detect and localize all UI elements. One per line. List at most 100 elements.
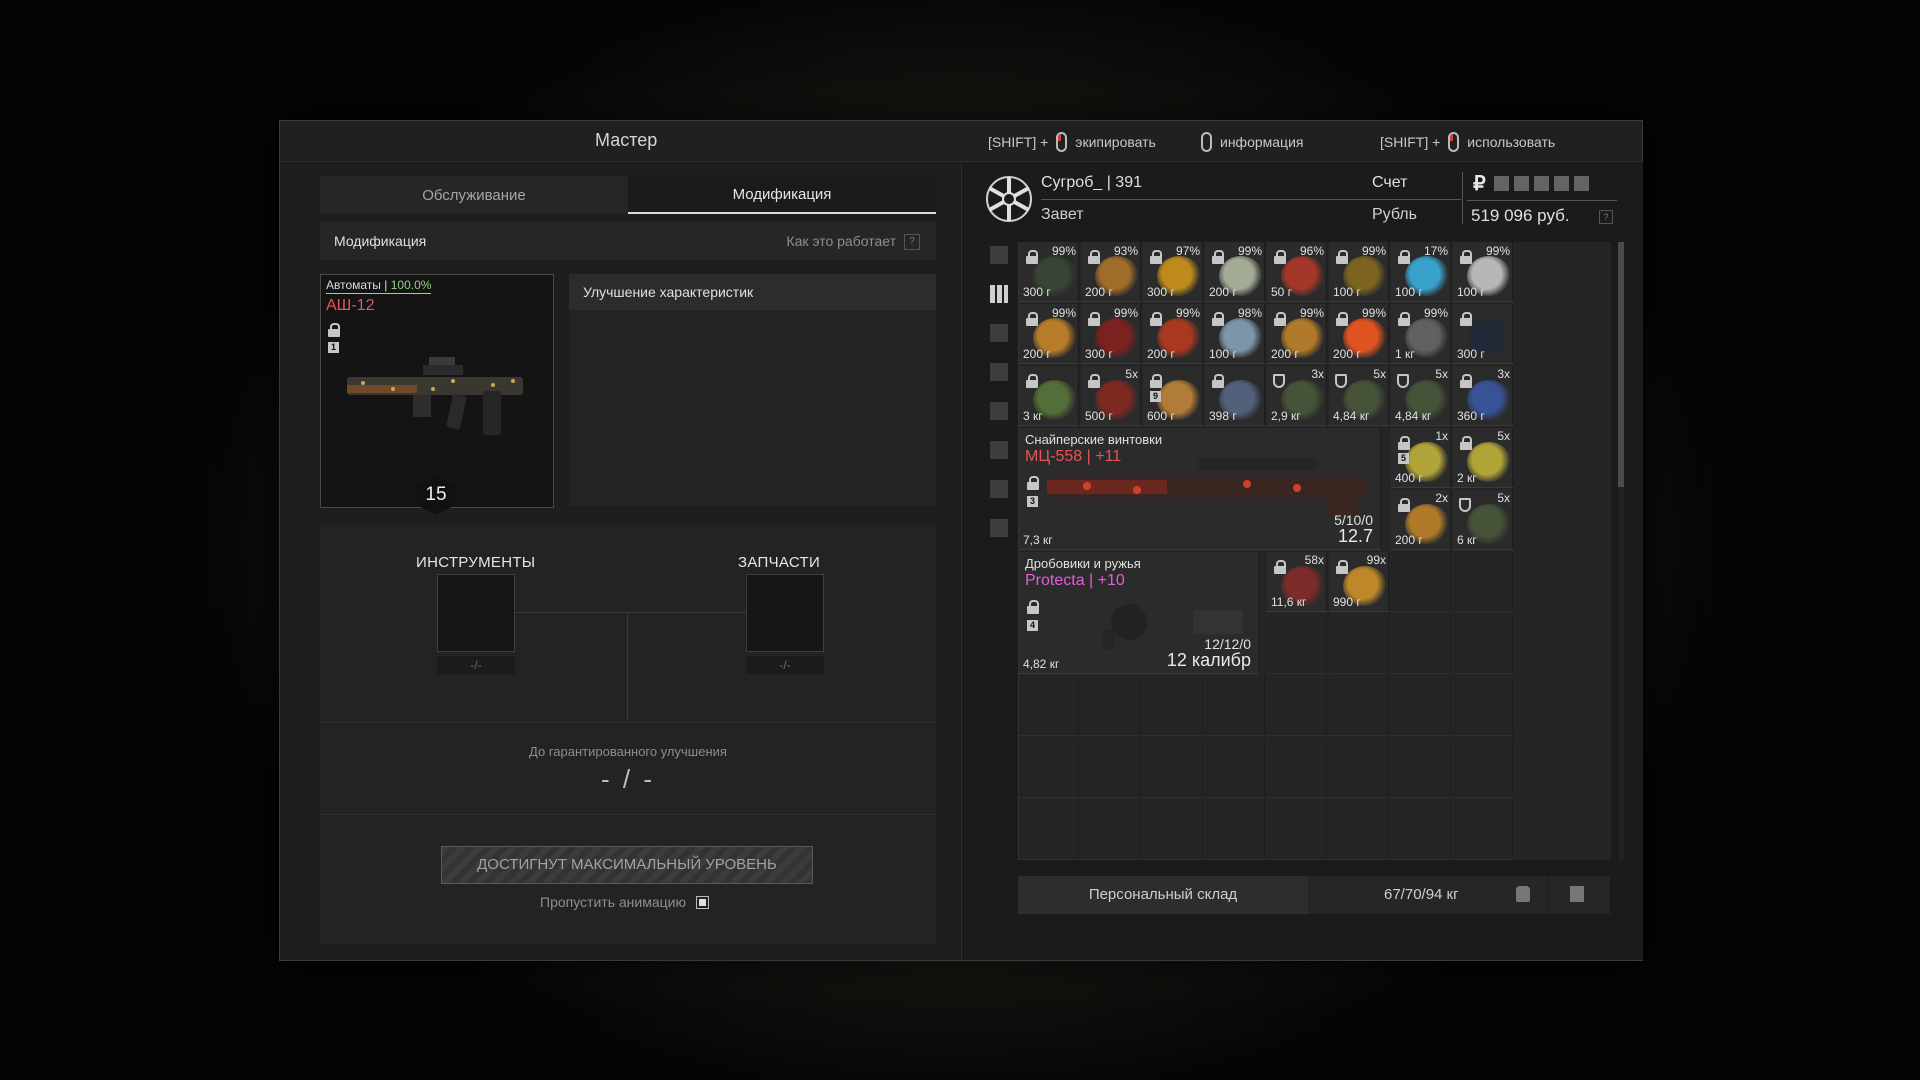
empty-slot[interactable] — [1453, 800, 1513, 860]
inventory-item[interactable]: 3 кг — [1019, 366, 1079, 426]
empty-slot[interactable] — [1081, 676, 1141, 736]
trash-icon[interactable] — [1570, 886, 1584, 902]
ticket-currency-icon[interactable] — [1534, 176, 1549, 191]
inventory-item[interactable]: 99% 100 г — [1329, 242, 1389, 302]
help-icon[interactable]: ? — [904, 234, 920, 250]
empty-slot[interactable] — [1391, 800, 1451, 860]
feather-currency-icon[interactable] — [1554, 176, 1569, 191]
inventory-item[interactable]: 97% 300 г — [1143, 242, 1203, 302]
filter-devices[interactable] — [986, 437, 1012, 463]
skip-animation-checkbox[interactable] — [695, 895, 709, 909]
inventory-item[interactable]: 99% 100 г — [1453, 242, 1513, 302]
gear-currency-icon[interactable] — [1494, 176, 1509, 191]
inventory-scrollbar[interactable] — [1618, 242, 1624, 860]
inventory-item[interactable]: 99% 300 г — [1081, 304, 1141, 364]
grid-icon — [990, 285, 1008, 303]
max-level-button[interactable]: ДОСТИГНУТ МАКСИМАЛЬНЫЙ УРОВЕНЬ — [441, 846, 813, 884]
empty-slot[interactable] — [1205, 676, 1265, 736]
inventory-item[interactable]: 3x 360 г — [1453, 366, 1513, 426]
inventory-item[interactable]: 3x 2,9 кг — [1267, 366, 1327, 426]
empty-slot[interactable] — [1453, 676, 1513, 736]
weapon-slot[interactable]: Автоматы | 100.0% АШ-12 1 15 — [320, 274, 554, 515]
inventory-item[interactable]: 5 1x 400 г — [1391, 428, 1451, 488]
item-weight: 200 г — [1023, 347, 1051, 361]
inventory-item[interactable]: 99% 200 г — [1019, 304, 1079, 364]
inventory-item[interactable]: 5x 4,84 кг — [1329, 366, 1389, 426]
box-icon — [990, 519, 1008, 537]
shotgun-item[interactable]: Дробовики и ружья Protecta | +10 4 12/12… — [1019, 552, 1259, 674]
tab-modification[interactable]: Модификация — [628, 176, 936, 214]
item-weight: 300 г — [1457, 347, 1485, 361]
inventory-item[interactable]: 5x 6 кг — [1453, 490, 1513, 550]
inventory-item[interactable]: 17% 100 г — [1391, 242, 1451, 302]
inventory-item[interactable]: 300 г — [1453, 304, 1513, 364]
inventory-item[interactable]: 99% 300 г — [1019, 242, 1079, 302]
lock-icon — [1088, 374, 1100, 388]
empty-slot[interactable] — [1019, 738, 1079, 798]
inventory-item[interactable]: 58x 11,6 кг — [1267, 552, 1327, 612]
empty-slot[interactable] — [1267, 614, 1327, 674]
inventory-grid: Снайперские винтовки МЦ-558 | +11 3 5/10… — [1018, 242, 1611, 860]
empty-slot[interactable] — [1453, 614, 1513, 674]
token-currency-icon[interactable] — [1574, 176, 1589, 191]
inventory-item[interactable]: 99% 200 г — [1329, 304, 1389, 364]
skip-animation[interactable]: Пропустить анимацию — [540, 894, 709, 910]
player-name: Сугроб_ | 391 — [1041, 174, 1142, 191]
empty-slot[interactable] — [1081, 738, 1141, 798]
inventory-item[interactable]: 5x 2 кг — [1453, 428, 1513, 488]
empty-slot[interactable] — [1329, 800, 1389, 860]
tools-slot[interactable] — [437, 574, 515, 652]
empty-slot[interactable] — [1267, 676, 1327, 736]
inventory-item[interactable]: 99x 990 г — [1329, 552, 1389, 612]
inventory-item[interactable]: 99% 200 г — [1143, 304, 1203, 364]
filter-weapons[interactable] — [986, 320, 1012, 346]
inventory-item[interactable]: 99% 200 г — [1267, 304, 1327, 364]
empty-slot[interactable] — [1329, 738, 1389, 798]
empty-slot[interactable] — [1143, 800, 1203, 860]
sniper-rifle-item[interactable]: Снайперские винтовки МЦ-558 | +11 3 5/10… — [1019, 428, 1381, 550]
empty-slot[interactable] — [1453, 552, 1513, 612]
empty-slot[interactable] — [1453, 738, 1513, 798]
empty-slot[interactable] — [1391, 552, 1451, 612]
inventory-item[interactable]: 398 г — [1205, 366, 1265, 426]
empty-slot[interactable] — [1019, 800, 1079, 860]
empty-slot[interactable] — [1391, 614, 1451, 674]
empty-slot[interactable] — [1019, 676, 1079, 736]
camera-icon — [990, 441, 1008, 459]
empty-slot[interactable] — [1143, 676, 1203, 736]
how-it-works-link[interactable]: Как это работает — [786, 233, 896, 249]
empty-slot[interactable] — [1205, 800, 1265, 860]
shield-icon — [1335, 374, 1347, 388]
inventory-item[interactable]: 93% 200 г — [1081, 242, 1141, 302]
empty-slot[interactable] — [1081, 800, 1141, 860]
inventory-item[interactable]: 5x 4,84 кг — [1391, 366, 1451, 426]
inventory-item[interactable]: 98% 100 г — [1205, 304, 1265, 364]
ruble-icon[interactable]: ₽ — [1473, 171, 1486, 196]
filter-misc[interactable] — [986, 515, 1012, 541]
inventory-item[interactable]: 96% 50 г — [1267, 242, 1327, 302]
empty-slot[interactable] — [1329, 614, 1389, 674]
inventory-item[interactable]: 5x 500 г — [1081, 366, 1141, 426]
coin-currency-icon[interactable] — [1514, 176, 1529, 191]
tab-service[interactable]: Обслуживание — [320, 176, 628, 214]
inventory-item[interactable]: 2x 200 г — [1391, 490, 1451, 550]
empty-slot[interactable] — [1205, 738, 1265, 798]
filter-sort[interactable] — [986, 242, 1012, 268]
personal-storage-button[interactable]: Персональный склад — [1018, 876, 1308, 914]
empty-slot[interactable] — [1391, 738, 1451, 798]
filter-tools[interactable] — [986, 476, 1012, 502]
inventory-item[interactable]: 9 600 г — [1143, 366, 1203, 426]
empty-slot[interactable] — [1267, 738, 1327, 798]
inventory-item[interactable]: 99% 1 кг — [1391, 304, 1451, 364]
empty-slot[interactable] — [1143, 738, 1203, 798]
filter-artifacts[interactable] — [986, 398, 1012, 424]
filter-melee[interactable] — [986, 359, 1012, 385]
parts-slot[interactable] — [746, 574, 824, 652]
window-title: Мастер — [595, 130, 658, 150]
filter-all[interactable] — [986, 281, 1012, 307]
empty-slot[interactable] — [1267, 800, 1327, 860]
inventory-item[interactable]: 99% 200 г — [1205, 242, 1265, 302]
empty-slot[interactable] — [1391, 676, 1451, 736]
help-icon[interactable]: ? — [1599, 210, 1613, 224]
empty-slot[interactable] — [1329, 676, 1389, 736]
